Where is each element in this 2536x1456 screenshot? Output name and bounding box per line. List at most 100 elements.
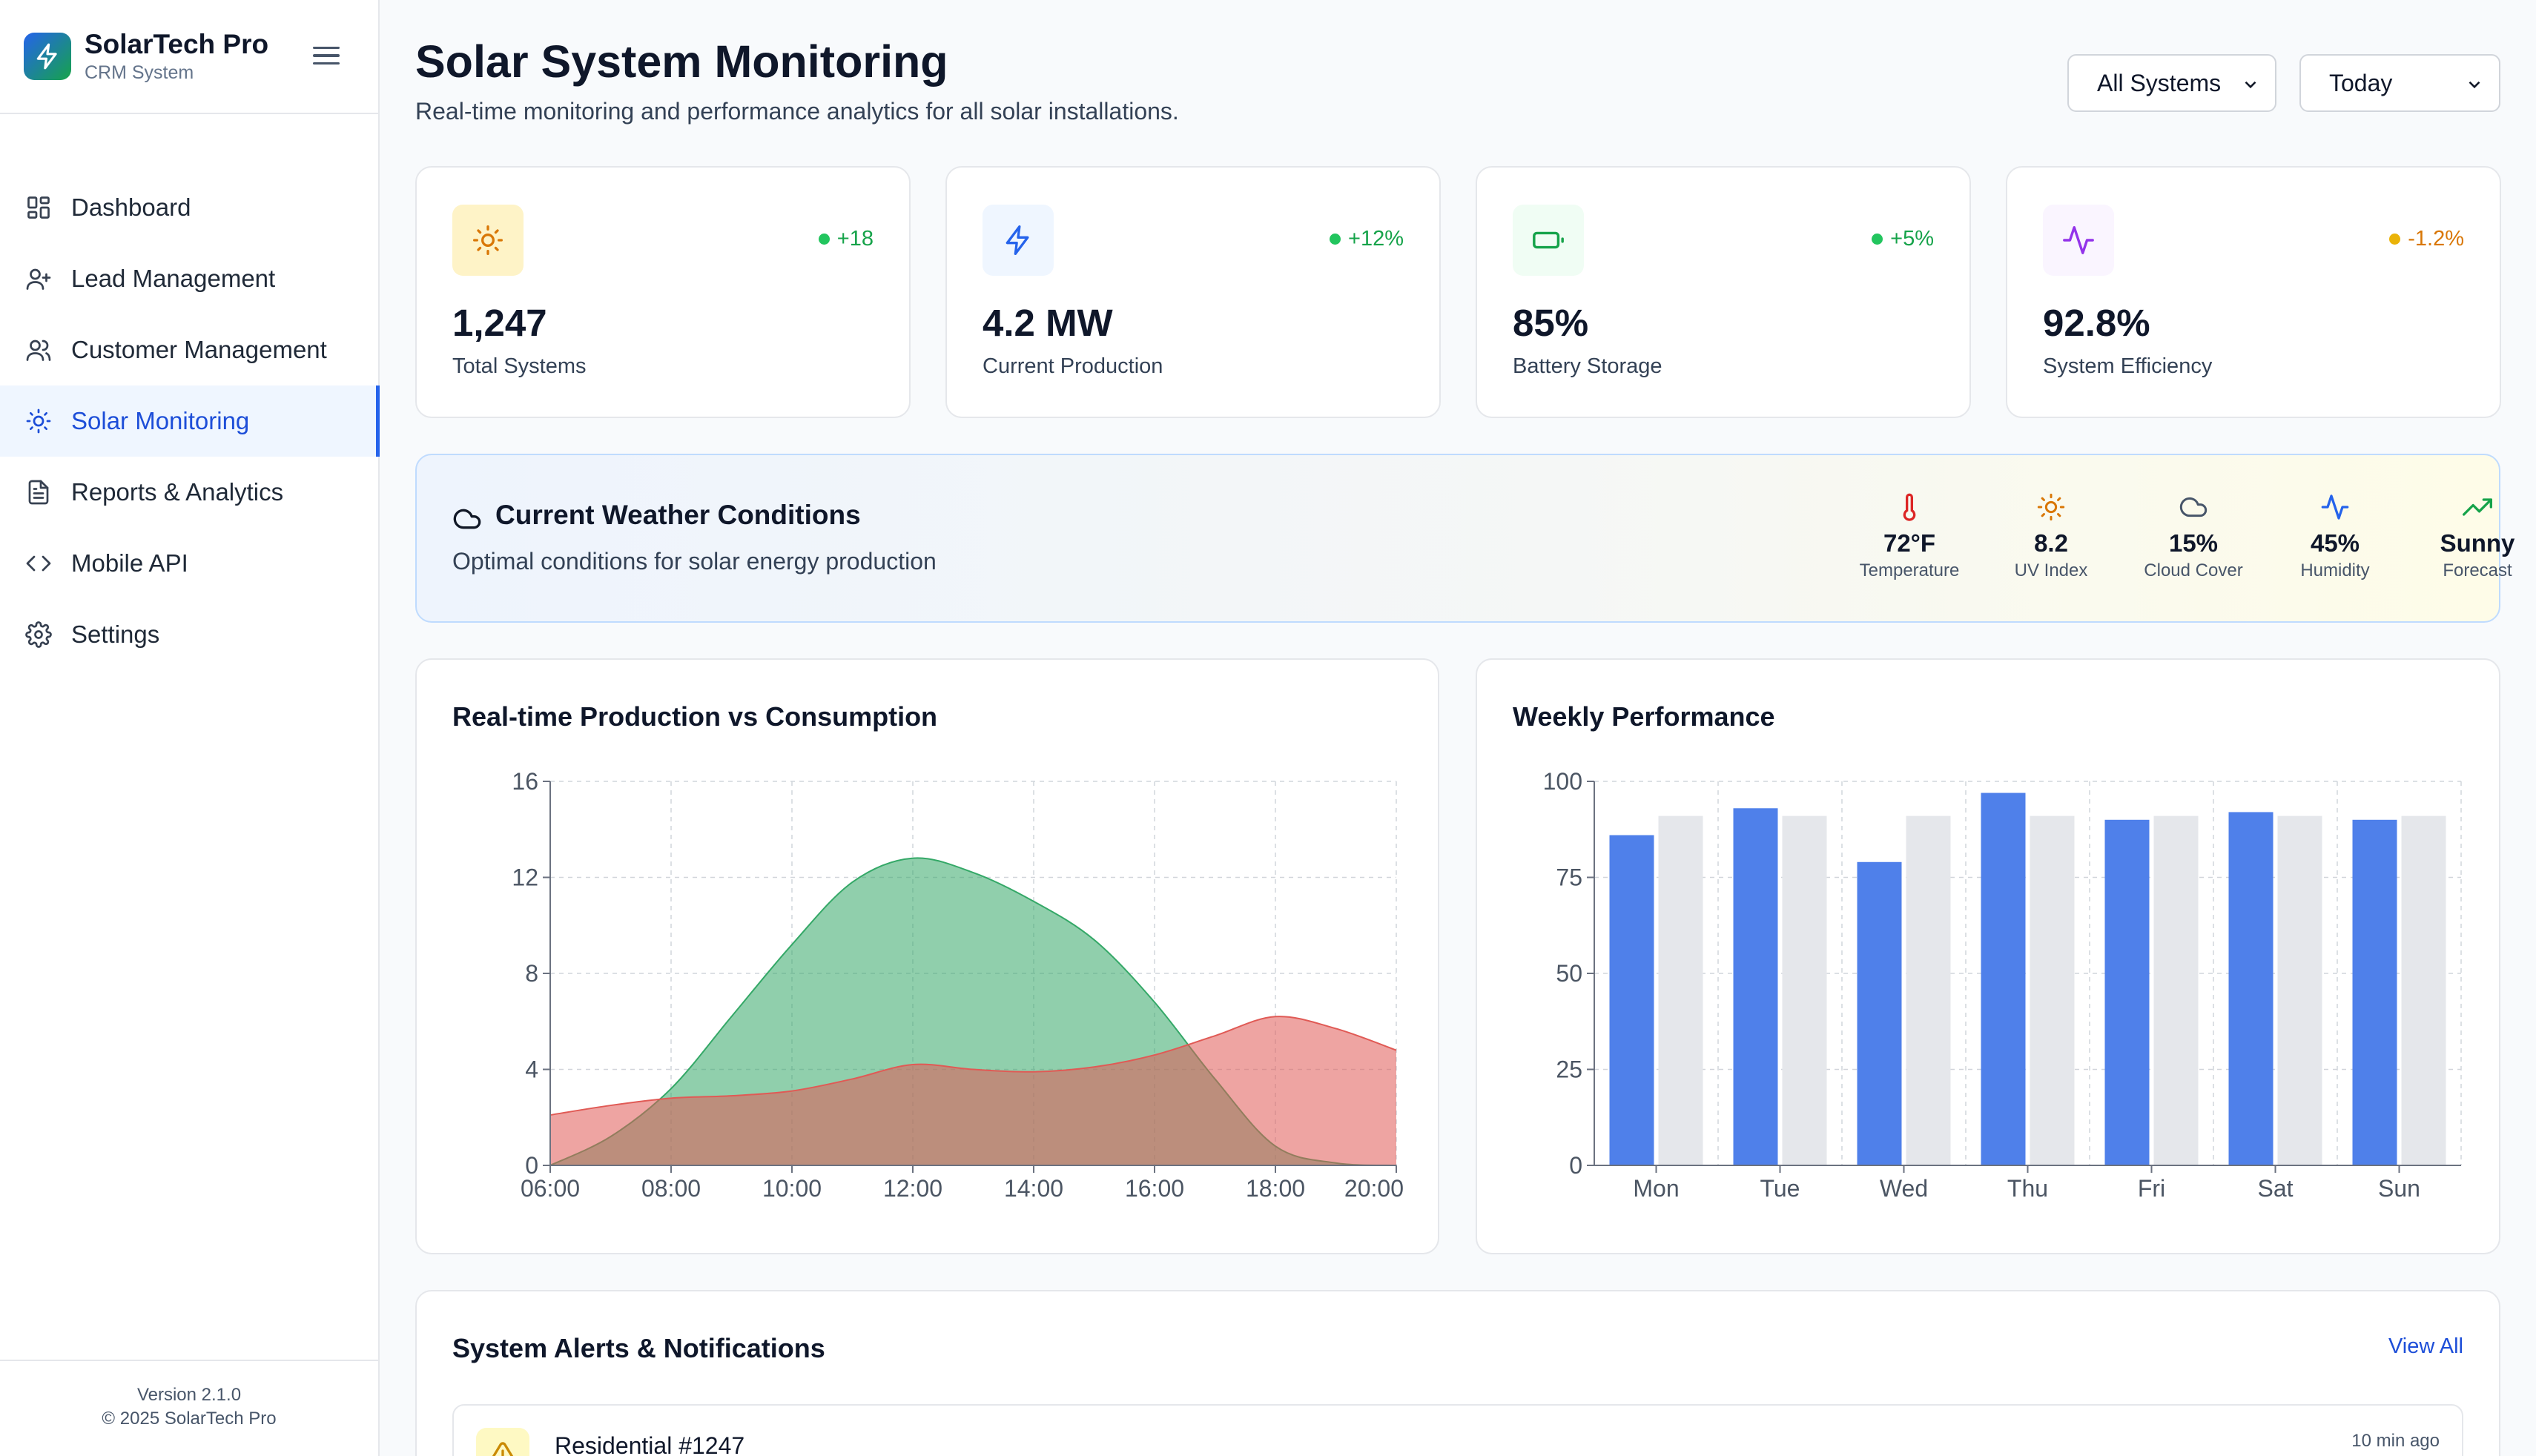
bar-actual: [1981, 792, 2026, 1165]
status-dot: [1330, 234, 1341, 245]
stat-label: Current Production: [983, 354, 1163, 378]
sidebar-item-dashboard[interactable]: Dashboard: [0, 172, 378, 243]
bar-actual: [1609, 835, 1654, 1165]
production-chart-card: Real-time Production vs Consumption 0481…: [415, 658, 1439, 1254]
x-tick-label: Sat: [2257, 1175, 2293, 1202]
stat-label: Total Systems: [452, 354, 587, 378]
sidebar-item-reports-analytics[interactable]: Reports & Analytics: [0, 457, 378, 528]
x-tick-label: 20:00: [1344, 1175, 1404, 1202]
weather-subtitle: Optimal conditions for solar energy prod…: [452, 548, 937, 575]
stat-delta: +18: [818, 227, 874, 251]
thermometer-icon: [1843, 489, 1976, 525]
sun-icon: [452, 205, 524, 276]
x-tick-label: Sun: [2378, 1175, 2420, 1202]
bar-actual: [1857, 861, 1902, 1165]
x-tick-label: 16:00: [1125, 1175, 1184, 1202]
alert-name: Residential #1247: [555, 1432, 745, 1456]
lightning-icon: [36, 43, 57, 70]
weather-forecast: Sunny Forecast: [2411, 489, 2536, 581]
y-tick-label: 25: [1556, 1056, 1582, 1083]
stat-card-current-production: +12% 4.2 MW Current Production: [945, 166, 1441, 418]
system-filter-select[interactable]: All Systems: [2067, 54, 2276, 112]
bar-actual: [2352, 819, 2397, 1165]
weather-temperature: 72°F Temperature: [1843, 489, 1976, 581]
alert-item[interactable]: Residential #1247 10 min ago: [452, 1404, 2463, 1456]
x-tick-label: Mon: [1633, 1175, 1679, 1202]
weather-uv-index: 8.2 UV Index: [1984, 489, 2118, 581]
bar-target: [1658, 815, 1703, 1165]
x-tick-label: Thu: [2007, 1175, 2048, 1202]
lightning-icon: [983, 205, 1054, 276]
activity-icon: [2268, 489, 2402, 525]
stat-card-system-efficiency: -1.2% 92.8% System Efficiency: [2006, 166, 2501, 418]
bar-target: [2030, 815, 2075, 1165]
weekly-chart-card: Weekly Performance 0 25 50 75 100 Mon Tue Wed Th…: [1476, 658, 2500, 1254]
x-tick-label: 10:00: [762, 1175, 822, 1202]
weekly-performance-chart: 0 25 50 75 100 Mon Tue Wed Thu Fri Sat Sun: [1543, 768, 2462, 1202]
weather-value: 72°F: [1883, 529, 1936, 557]
code-icon: [24, 549, 53, 578]
stat-value: 92.8%: [2043, 302, 2150, 344]
cloud-icon: [2127, 489, 2260, 525]
menu-icon: [313, 46, 340, 50]
time-filter-value: Today: [2329, 69, 2393, 96]
stat-card-battery-storage: +5% 85% Battery Storage: [1476, 166, 1971, 418]
weather-label: Humidity: [2300, 560, 2370, 580]
stat-value: 1,247: [452, 302, 547, 344]
y-tick-label: 8: [525, 960, 538, 987]
weather-value: 45%: [2310, 529, 2360, 557]
sun-icon: [1984, 489, 2118, 525]
bar-actual: [1733, 808, 1778, 1165]
gear-icon: [24, 620, 53, 649]
cloud-icon: [453, 509, 481, 529]
sidebar-item-settings[interactable]: Settings: [0, 599, 378, 670]
battery-icon: [1513, 205, 1584, 276]
bar-target: [1782, 815, 1827, 1165]
weather-label: Temperature: [1859, 560, 1960, 580]
stat-card-total-systems: +18 1,247 Total Systems: [415, 166, 911, 418]
weather-humidity: 45% Humidity: [2268, 489, 2402, 581]
stat-label: Battery Storage: [1513, 354, 1662, 378]
activity-icon: [2043, 205, 2114, 276]
page-title: Solar System Monitoring: [415, 36, 948, 87]
status-dot: [2389, 234, 2401, 245]
bar-target: [2153, 815, 2199, 1165]
bar-actual: [2104, 819, 2150, 1165]
stat-value: 85%: [1513, 302, 1589, 344]
brand-logo: [24, 33, 71, 80]
x-tick-label: Wed: [1880, 1175, 1928, 1202]
view-all-link[interactable]: View All: [2388, 1334, 2463, 1359]
weather-value: 15%: [2168, 529, 2219, 557]
trending-up-icon: [2411, 489, 2536, 525]
sidebar-item-mobile-api[interactable]: Mobile API: [0, 528, 378, 599]
users-icon: [24, 335, 53, 365]
weather-label: UV Index: [2014, 560, 2088, 580]
weather-value: 8.2: [2034, 529, 2068, 557]
copyright-label: © 2025 SolarTech Pro: [102, 1409, 277, 1429]
sidebar-item-label: Mobile API: [71, 549, 188, 577]
x-tick-label: 14:00: [1004, 1175, 1063, 1202]
menu-toggle-button[interactable]: [313, 42, 340, 69]
sidebar-item-solar-monitoring[interactable]: Solar Monitoring: [0, 385, 380, 457]
weather-label: Forecast: [2443, 560, 2512, 580]
x-tick-label: Tue: [1760, 1175, 1800, 1202]
time-filter-select[interactable]: Today: [2299, 54, 2500, 112]
alert-time: 10 min ago: [2351, 1431, 2440, 1451]
y-tick-label: 0: [1569, 1152, 1582, 1179]
x-tick-label: 18:00: [1246, 1175, 1305, 1202]
sidebar-item-label: Solar Monitoring: [71, 407, 250, 434]
alerts-title: System Alerts & Notifications: [452, 1333, 825, 1363]
bar-actual: [2228, 812, 2274, 1165]
brand-subtitle: CRM System: [85, 62, 194, 83]
x-tick-label: 12:00: [883, 1175, 942, 1202]
production-consumption-chart: 048121606:00 08:00 10:00 12:00 14:00 16:00 18:…: [512, 768, 1404, 1202]
brand-header: SolarTech Pro CRM System: [0, 0, 378, 114]
sidebar-item-label: Lead Management: [71, 265, 276, 292]
stat-value: 4.2 MW: [983, 302, 1113, 344]
sidebar-item-label: Dashboard: [71, 193, 191, 221]
sidebar-item-lead-management[interactable]: Lead Management: [0, 243, 378, 314]
sidebar-item-customer-management[interactable]: Customer Management: [0, 314, 378, 385]
dashboard-icon: [24, 193, 53, 222]
sidebar-item-label: Customer Management: [71, 336, 327, 363]
sun-icon: [24, 406, 53, 436]
